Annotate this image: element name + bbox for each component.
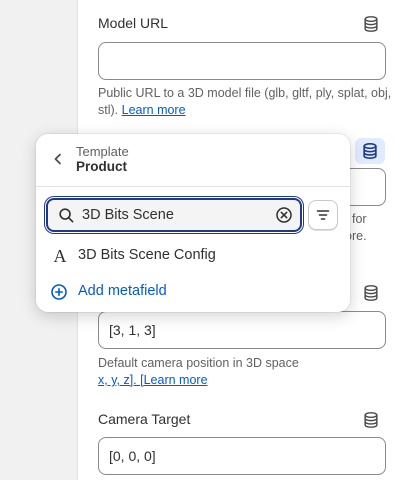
model-url-label: Model URL [98, 15, 169, 31]
text-type-icon: A [53, 246, 67, 266]
database-icon[interactable] [362, 15, 380, 33]
model-url-input[interactable] [98, 42, 386, 80]
model-url-help-line1: Public URL to a 3D model file (glb, gltf… [98, 86, 392, 100]
model-url-help-line2-text: stl). [98, 103, 119, 117]
plus-circle-icon [50, 283, 68, 301]
hidden-help-fragment-1: for [352, 212, 367, 226]
metafield-search-field[interactable] [46, 198, 302, 232]
popover-kicker: Template [76, 144, 129, 159]
camera-position-help: Default camera position in 3D space x, y… [98, 355, 299, 389]
clear-search-icon[interactable] [275, 206, 293, 224]
database-icon-active[interactable] [355, 138, 385, 164]
camera-position-learn-more-link[interactable]: x, y, z]. [Learn more [98, 372, 299, 389]
add-metafield-label: Add metafield [78, 283, 167, 299]
database-icon[interactable] [362, 411, 380, 429]
metafield-search-input[interactable] [82, 200, 272, 230]
back-button[interactable] [50, 151, 66, 167]
metafield-option-label: 3D Bits Scene Config [78, 247, 216, 263]
model-url-help: Public URL to a 3D model file (glb, gltf… [98, 85, 391, 119]
filter-button[interactable] [308, 200, 338, 230]
metafield-picker-popover: Template Product A 3D Bits Scene Config … [36, 134, 350, 312]
popover-title: Product [76, 159, 128, 174]
camera-target-input[interactable]: [0, 0, 0] [98, 437, 386, 475]
metafield-option[interactable]: A 3D Bits Scene Config [36, 239, 350, 273]
search-icon [58, 207, 75, 224]
learn-more-link[interactable]: Learn more [122, 103, 186, 117]
camera-target-label: Camera Target [98, 411, 191, 427]
add-metafield-button[interactable]: Add metafield [36, 275, 350, 309]
chevron-left-icon [54, 153, 61, 165]
camera-position-help-line1: Default camera position in 3D space [98, 356, 299, 370]
database-icon[interactable] [362, 284, 380, 302]
model-url-help-line2: stl). Learn more [98, 102, 391, 119]
filter-lines-icon [316, 210, 330, 220]
popover-header: Template Product [36, 134, 350, 187]
camera-position-input[interactable]: [3, 1, 3] [98, 311, 386, 349]
